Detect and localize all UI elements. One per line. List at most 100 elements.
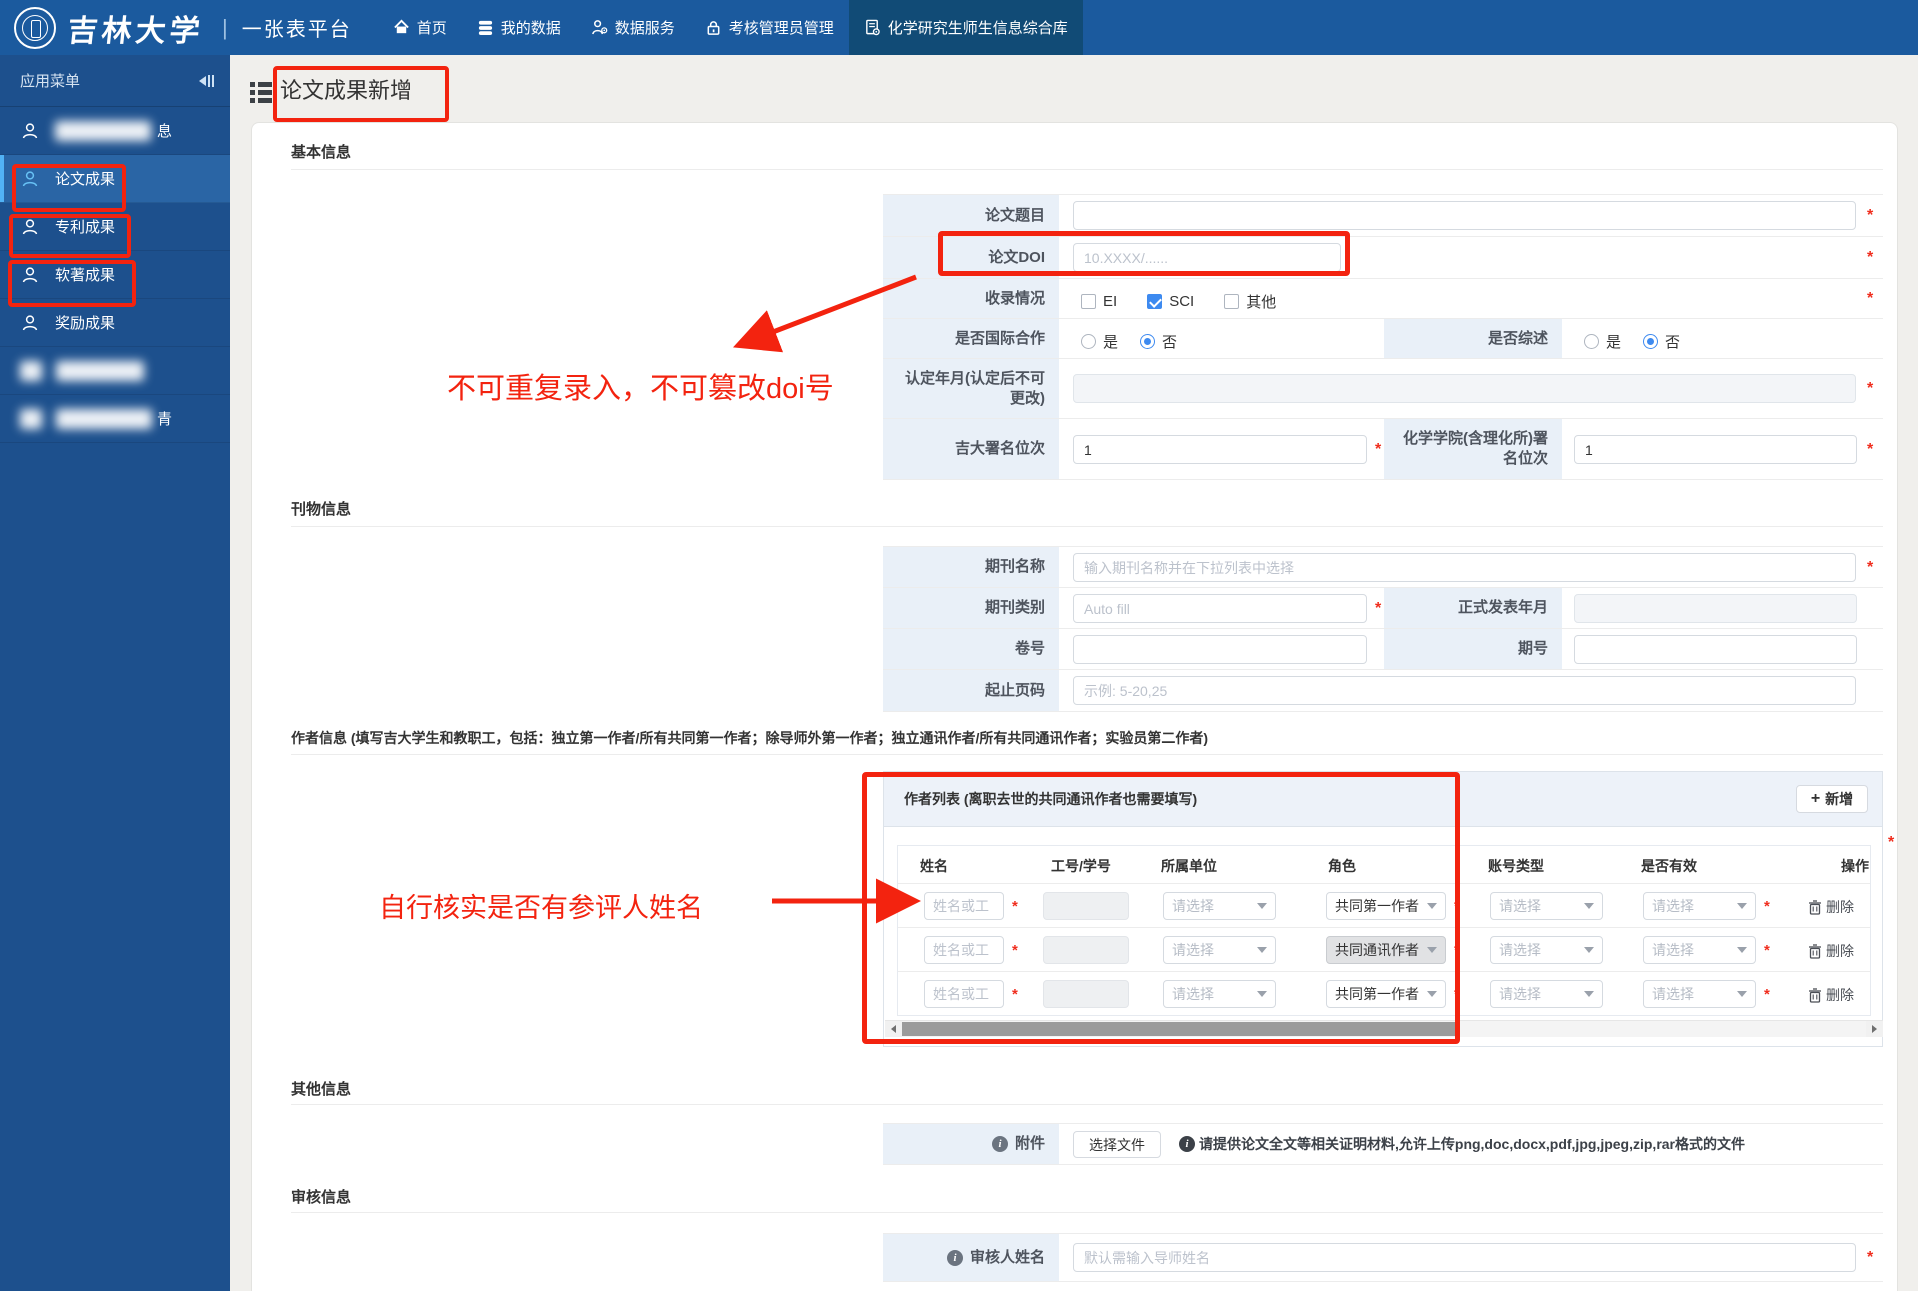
author-account-type-select[interactable]: 请选择 xyxy=(1490,980,1603,1008)
nav-item-my-data[interactable]: 我的数据 xyxy=(462,0,576,55)
add-author-button[interactable]: + 新增 xyxy=(1796,785,1868,813)
nav-item-admin[interactable]: 考核管理员管理 xyxy=(690,0,849,55)
col-header-id: 工号/学号 xyxy=(1051,858,1111,874)
chevron-down-icon xyxy=(1257,947,1267,953)
checkbox-label: EI xyxy=(1103,293,1118,310)
form-row-ranks: 吉大署名位次 * 化学学院(含理化所)署 名位次 * xyxy=(883,419,1883,480)
pages-input[interactable] xyxy=(1073,676,1856,705)
issue-input[interactable] xyxy=(1574,635,1857,664)
chevron-down-icon xyxy=(1427,903,1437,909)
checkbox-ei[interactable]: EI xyxy=(1081,293,1117,310)
trash-icon xyxy=(1809,943,1821,959)
radio-selected-icon[interactable] xyxy=(1140,334,1156,349)
paper-title-input[interactable] xyxy=(1073,201,1856,230)
user-icon xyxy=(20,217,40,237)
author-id-input[interactable] xyxy=(1043,980,1129,1008)
sidebar-item-label: 论文成果 xyxy=(55,171,116,188)
platform-name: 一张表平台 xyxy=(241,19,352,41)
radio-label: 否 xyxy=(1665,334,1681,351)
scroll-left-button[interactable] xyxy=(885,1021,902,1037)
radio-intl-no[interactable]: 否 xyxy=(1140,331,1177,352)
sidebar-item-redacted-2[interactable] xyxy=(0,347,230,395)
author-name-input[interactable] xyxy=(924,980,1004,1008)
horizontal-scrollbar[interactable] xyxy=(885,1020,1883,1037)
pub-month-input[interactable] xyxy=(1574,594,1857,623)
section-divider xyxy=(291,754,1883,755)
radio-icon[interactable] xyxy=(1584,334,1599,349)
checkbox-icon[interactable] xyxy=(1224,294,1240,309)
sidebar-item-award-results[interactable]: 奖励成果 xyxy=(0,299,230,347)
nav-item-home[interactable]: 首页 xyxy=(378,0,462,55)
scroll-right-button[interactable] xyxy=(1866,1021,1883,1037)
sidebar-item-patent-results[interactable]: 专利成果 xyxy=(0,203,230,251)
radio-survey-yes[interactable]: 是 xyxy=(1584,331,1621,352)
sidebar-item-redacted-1[interactable]: 息 xyxy=(0,107,230,155)
radio-survey-no[interactable]: 否 xyxy=(1643,331,1680,352)
chem-rank-input[interactable] xyxy=(1574,435,1857,464)
author-role-select[interactable]: 共同第一作者 xyxy=(1326,980,1446,1008)
delete-author-button[interactable]: 删除 xyxy=(1808,985,1854,1005)
required-asterisk: * xyxy=(1375,600,1382,617)
author-name-input[interactable] xyxy=(924,936,1004,964)
indexed-label: 收录情况 xyxy=(984,289,1045,307)
user-icon xyxy=(20,313,40,333)
attachment-note: i 请提供论文全文等相关证明材料,允许上传png,doc,docx,pdf,jp… xyxy=(1179,1134,1745,1154)
sidebar-item-redacted-3[interactable]: 青 xyxy=(0,395,230,443)
author-role-select[interactable]: 共同第一作者 xyxy=(1326,892,1446,920)
document-gear-icon xyxy=(864,19,881,36)
choose-file-button[interactable]: 选择文件 xyxy=(1073,1131,1161,1158)
delete-author-button[interactable]: 删除 xyxy=(1808,897,1854,917)
trash-icon xyxy=(1809,899,1821,915)
sidebar-item-paper-results[interactable]: 论文成果 xyxy=(0,155,230,203)
checkbox-other[interactable]: 其他 xyxy=(1224,291,1276,312)
checkbox-label: 其他 xyxy=(1246,294,1277,311)
section-title-basic: 基本信息 xyxy=(291,144,352,161)
author-valid-select[interactable]: 请选择 xyxy=(1643,892,1756,920)
nav-item-data-service[interactable]: 数据服务 xyxy=(576,0,690,55)
author-id-input[interactable] xyxy=(1043,936,1129,964)
author-account-type-select[interactable]: 请选择 xyxy=(1490,892,1603,920)
reviewer-input[interactable] xyxy=(1073,1243,1856,1272)
volume-input[interactable] xyxy=(1073,635,1367,664)
section-divider xyxy=(291,1212,1883,1213)
confirm-month-input[interactable] xyxy=(1073,374,1856,403)
author-row-1: * 请选择 共同第一作者 * 请选择 请选择 * 删除 xyxy=(898,883,1870,927)
journal-info-table: 期刊名称 * 期刊类别 * 正式发表年月 卷号 期号 起止页码 xyxy=(883,546,1883,712)
sidebar-collapse-icon[interactable] xyxy=(199,74,214,87)
basic-info-table: 论文题目 * 论文DOI * 收录情况 EI SCI 其他 * xyxy=(883,194,1883,480)
doi-input[interactable] xyxy=(1073,243,1341,272)
author-role-select[interactable]: 共同通讯作者 xyxy=(1326,936,1446,964)
section-title-authors: 作者信息 (填写吉大学生和教职工，包括：独立第一作者/所有共同第一作者；除导师外… xyxy=(291,730,1208,746)
jlu-rank-label: 吉大署名位次 xyxy=(954,440,1045,457)
checkbox-label: SCI xyxy=(1169,293,1195,310)
list-icon xyxy=(250,82,272,103)
author-unit-select[interactable]: 请选择 xyxy=(1163,892,1276,920)
sidebar-item-software-results[interactable]: 软著成果 xyxy=(0,251,230,299)
jlu-rank-input[interactable] xyxy=(1073,435,1367,464)
home-icon xyxy=(393,19,410,36)
sidebar-item-label: 专利成果 xyxy=(55,219,116,236)
checkbox-sci[interactable]: SCI xyxy=(1147,293,1194,310)
radio-selected-icon[interactable] xyxy=(1643,334,1659,349)
scrollbar-thumb[interactable] xyxy=(902,1022,1455,1036)
form-row-pages: 起止页码 xyxy=(883,670,1883,712)
top-navbar: 吉林大学 | 一张表平台 首页 我的数据 数据服务 考核管理员管理 化学研究生师… xyxy=(0,0,1918,55)
author-unit-select[interactable]: 请选择 xyxy=(1163,980,1276,1008)
author-name-input[interactable] xyxy=(924,892,1004,920)
author-valid-select[interactable]: 请选择 xyxy=(1643,936,1756,964)
nav-item-chemistry-db[interactable]: 化学研究生师生信息综合库 xyxy=(848,0,1083,55)
checkbox-checked-icon[interactable] xyxy=(1147,294,1163,309)
radio-intl-yes[interactable]: 是 xyxy=(1081,331,1118,352)
delete-author-button[interactable]: 删除 xyxy=(1808,941,1854,961)
radio-icon[interactable] xyxy=(1081,334,1096,349)
journal-type-input[interactable] xyxy=(1073,594,1367,623)
nav-item-label: 我的数据 xyxy=(500,20,561,37)
author-account-type-select[interactable]: 请选择 xyxy=(1490,936,1603,964)
journal-name-input[interactable] xyxy=(1073,553,1856,582)
confirm-month-label-line2: 更改) xyxy=(1010,389,1045,407)
author-valid-select[interactable]: 请选择 xyxy=(1643,980,1756,1008)
author-row-2: * 请选择 共同通讯作者 * 请选择 请选择 * 删除 xyxy=(898,927,1870,971)
checkbox-icon[interactable] xyxy=(1081,294,1096,309)
author-id-input[interactable] xyxy=(1043,892,1129,920)
author-unit-select[interactable]: 请选择 xyxy=(1163,936,1276,964)
